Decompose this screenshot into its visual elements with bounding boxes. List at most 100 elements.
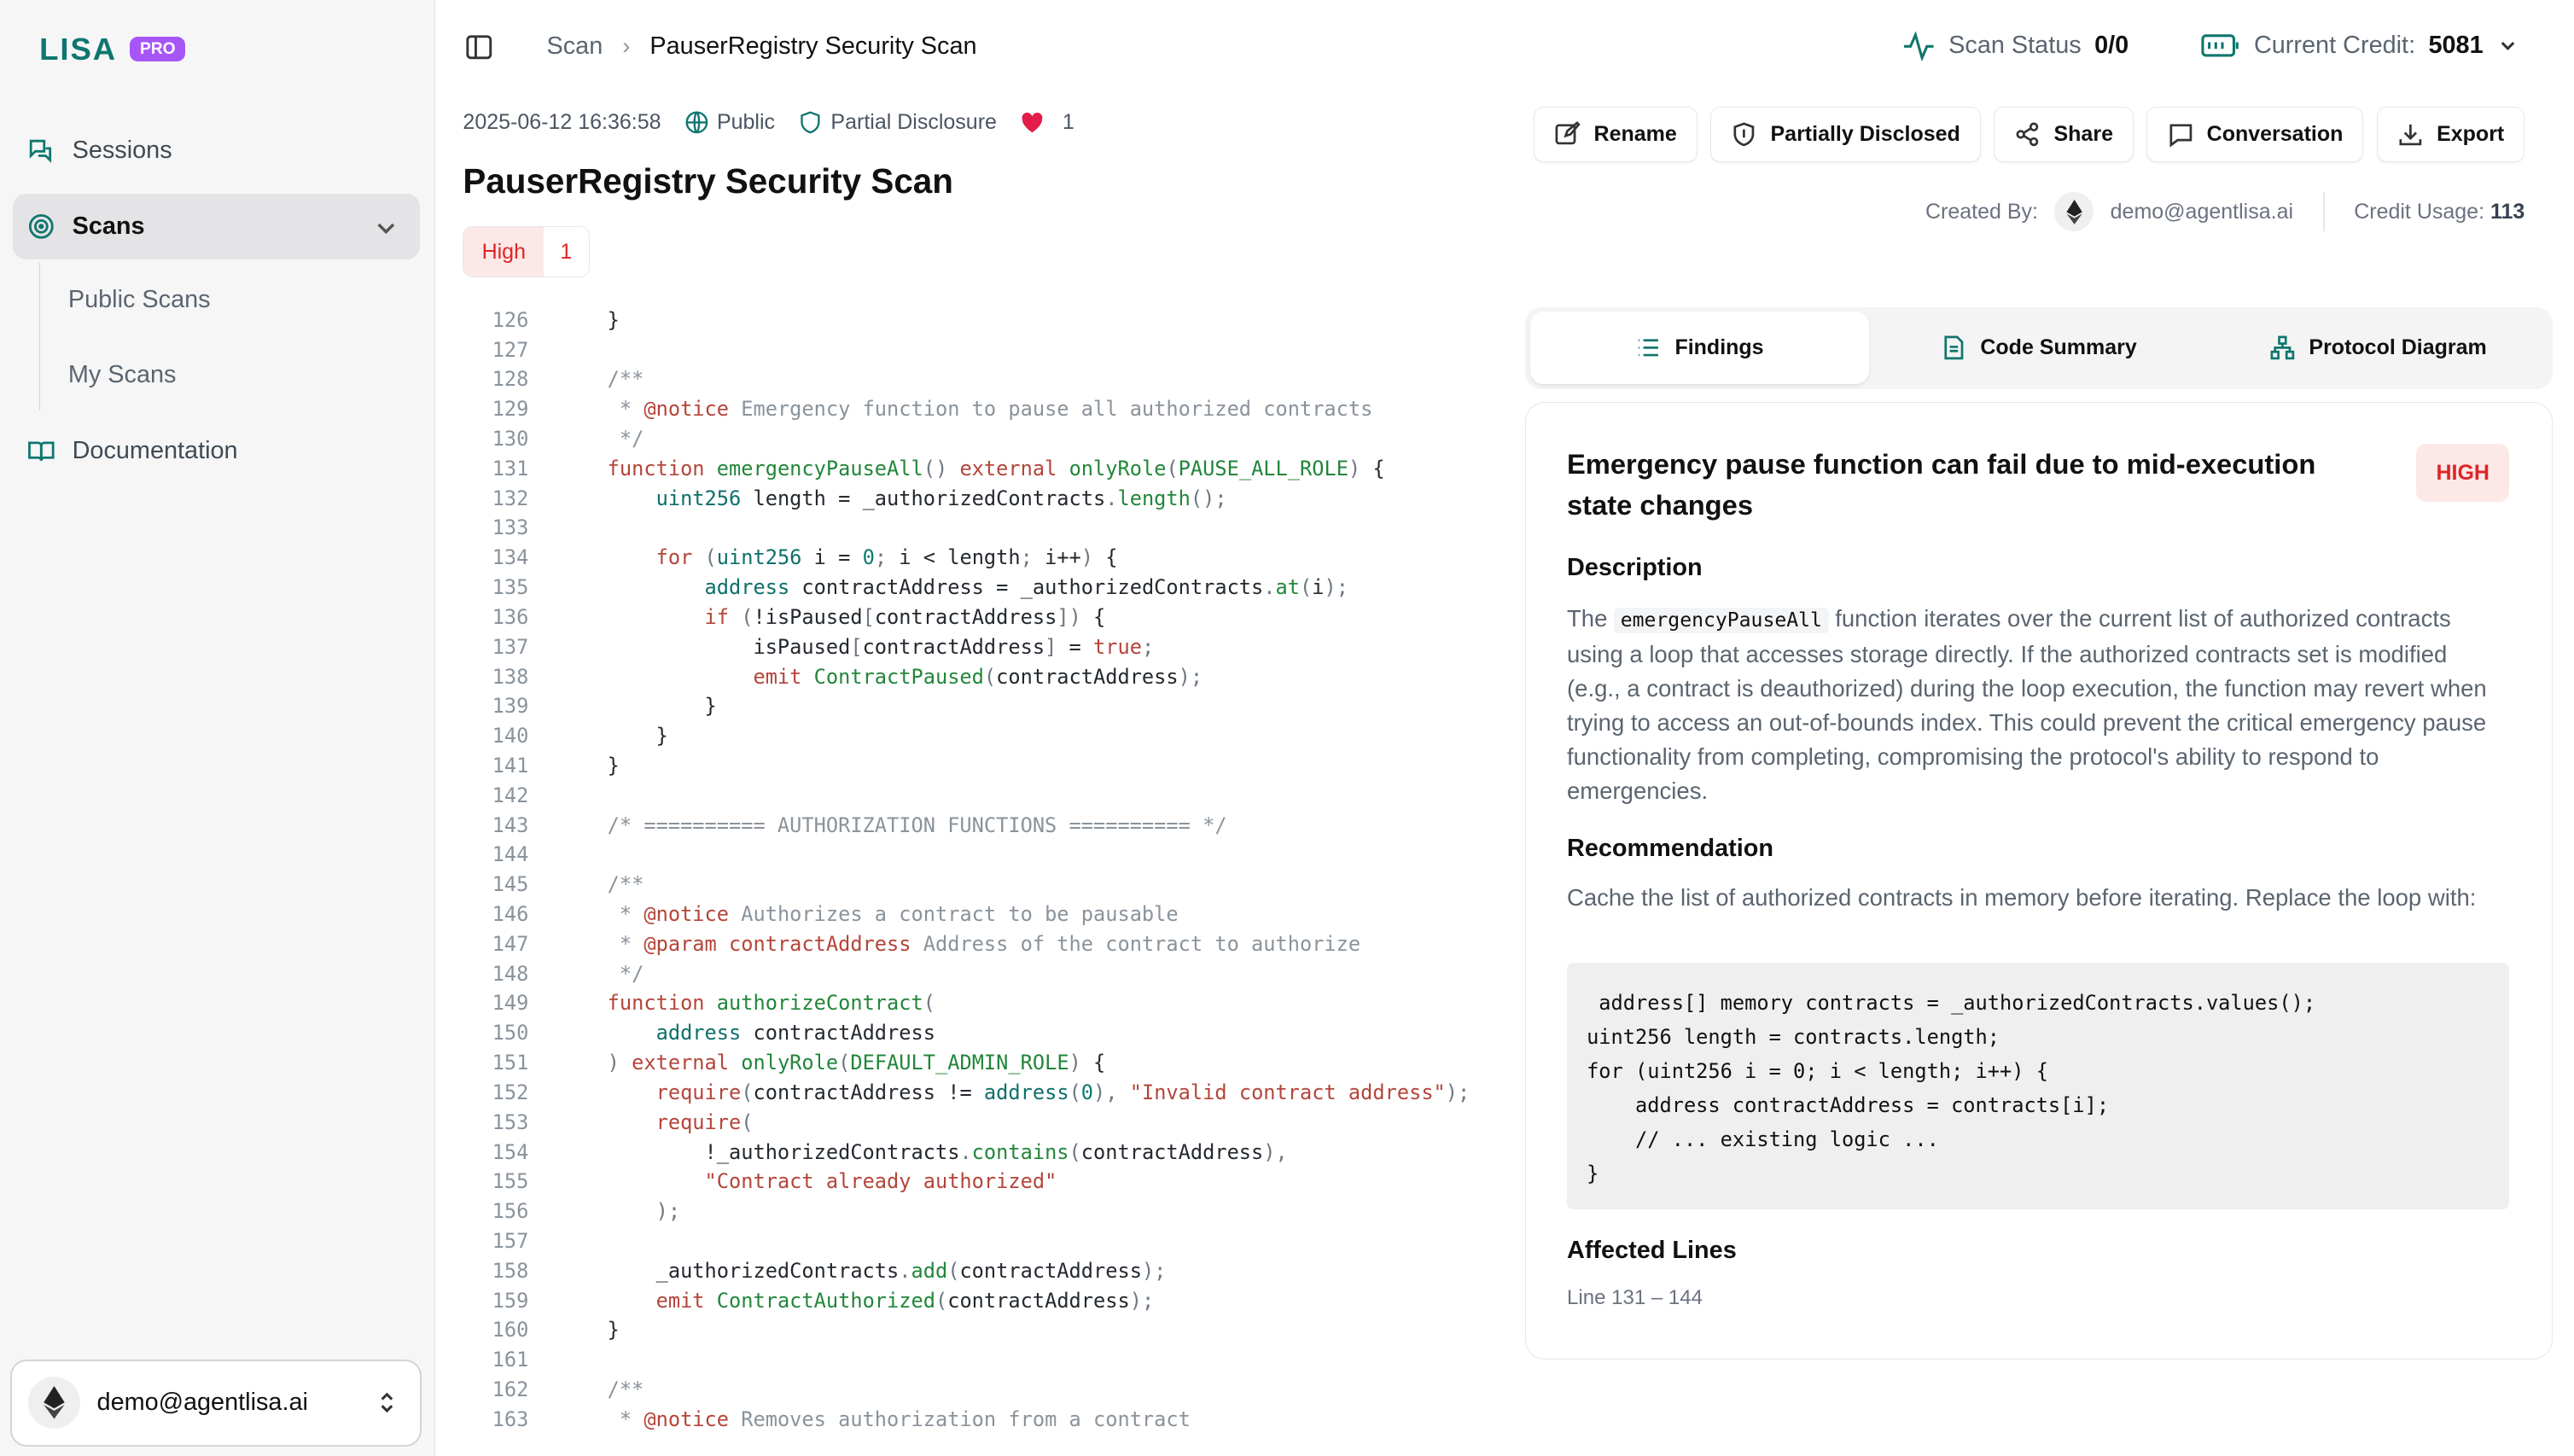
tab-label: Protocol Diagram bbox=[2309, 335, 2487, 360]
code-text: uint256 length = _authorizedContracts.le… bbox=[655, 486, 1227, 510]
chevron-up-down-icon bbox=[381, 1392, 393, 1413]
tab-code-summary[interactable]: Code Summary bbox=[1869, 312, 2209, 384]
code-text: } bbox=[607, 753, 620, 778]
sidebar-subitem-my-scans[interactable]: My Scans bbox=[68, 361, 177, 389]
sidebar-item-sessions[interactable]: Sessions bbox=[13, 118, 420, 183]
sidebar-toggle-icon[interactable] bbox=[464, 32, 494, 62]
code-viewer[interactable]: 126} 127 128/** 129 * @notice Emergency fun… bbox=[463, 306, 1497, 1435]
affected-lines-value: Line 131 – 144 bbox=[1567, 1286, 1703, 1310]
line-number: 147 bbox=[492, 931, 529, 956]
line-number: 150 bbox=[492, 1021, 529, 1045]
code-line: 144 bbox=[463, 840, 1497, 870]
share-button[interactable]: Share bbox=[1994, 107, 2134, 163]
credit-label: Current Credit: bbox=[2253, 31, 2416, 59]
code-text: if (!isPaused[contractAddress]) { bbox=[704, 604, 1106, 629]
created-by-label: Created By: bbox=[1925, 199, 2039, 224]
sidebar-item-scans[interactable]: Scans bbox=[13, 193, 421, 259]
code-line: 139 } bbox=[463, 691, 1497, 721]
shield-icon bbox=[1733, 122, 1755, 147]
line-number: 129 bbox=[492, 397, 529, 422]
code-line: 136 if (!isPaused[contractAddress]) { bbox=[463, 603, 1497, 632]
code-line: 160} bbox=[463, 1315, 1497, 1345]
description-post: function iterates over the current list … bbox=[1567, 604, 2487, 805]
severity-filter-chip[interactable]: High 1 bbox=[463, 226, 590, 278]
code-text: address contractAddress bbox=[655, 1021, 935, 1045]
disclosure-label: Partial Disclosure bbox=[830, 109, 997, 134]
code-text: function authorizeContract( bbox=[607, 991, 935, 1016]
code-line: 132 uint256 length = _authorizedContract… bbox=[463, 484, 1497, 514]
finding-title: Emergency pause function can fail due to… bbox=[1567, 448, 2316, 521]
conversation-button[interactable]: Conversation bbox=[2146, 107, 2364, 163]
partially-disclosed-label: Partially Disclosed bbox=[1770, 122, 1960, 147]
line-number: 154 bbox=[492, 1139, 529, 1164]
code-text: !_authorizedContracts.contains(contractA… bbox=[607, 1139, 1288, 1164]
line-number: 151 bbox=[492, 1051, 529, 1075]
code-text: require( bbox=[655, 1109, 754, 1134]
line-number: 126 bbox=[492, 307, 529, 332]
sidebar-item-documentation[interactable]: Documentation bbox=[13, 418, 420, 484]
chevron-down-icon[interactable] bbox=[371, 213, 401, 243]
code-text: */ bbox=[607, 961, 644, 986]
page-title: PauserRegistry Security Scan bbox=[463, 160, 953, 201]
code-line: 140 } bbox=[463, 721, 1497, 751]
line-number: 130 bbox=[492, 427, 529, 451]
line-number: 132 bbox=[492, 486, 529, 510]
breadcrumb-current: PauserRegistry Security Scan bbox=[649, 32, 977, 61]
line-number: 135 bbox=[492, 575, 529, 600]
tab-label: Findings bbox=[1674, 335, 1764, 360]
action-toolbar: Rename Partially Disclosed Share Convers… bbox=[1534, 107, 2525, 163]
rename-button[interactable]: Rename bbox=[1534, 107, 1698, 163]
code-text: ); bbox=[655, 1199, 681, 1224]
disclosure-indicator: Partial Disclosure bbox=[798, 110, 997, 135]
current-credit[interactable]: Current Credit: 5081 bbox=[2201, 32, 2519, 60]
description-pre: The bbox=[1567, 604, 1608, 632]
like-button[interactable]: 1 bbox=[1020, 110, 1074, 135]
line-number: 131 bbox=[492, 456, 529, 480]
brand[interactable]: LISA PRO bbox=[39, 32, 186, 67]
code-line: 127 bbox=[463, 335, 1497, 365]
network-icon bbox=[2270, 335, 2295, 360]
line-number: 149 bbox=[492, 991, 529, 1016]
line-number: 142 bbox=[492, 783, 529, 807]
recommendation-text: Cache the list of authorized contracts i… bbox=[1567, 883, 2477, 911]
line-number: 159 bbox=[492, 1288, 529, 1313]
code-text: } bbox=[607, 694, 717, 719]
sidebar-subitem-public-scans[interactable]: Public Scans bbox=[68, 286, 211, 314]
line-number: 160 bbox=[492, 1318, 529, 1342]
globe-icon bbox=[685, 111, 708, 134]
code-text: /** bbox=[607, 1377, 644, 1402]
code-text: ) external onlyRole(DEFAULT_ADMIN_ROLE) … bbox=[607, 1051, 1106, 1075]
line-number: 153 bbox=[492, 1109, 529, 1134]
line-number: 138 bbox=[492, 664, 529, 689]
code-line: 128 /** bbox=[463, 364, 1497, 394]
code-line: 156 ); bbox=[463, 1197, 1497, 1226]
code-text: * @notice Emergency function to pause al… bbox=[607, 397, 1373, 422]
export-button[interactable]: Export bbox=[2376, 107, 2525, 163]
line-number: 157 bbox=[492, 1228, 529, 1253]
code-text: emit ContractAuthorized(contractAddress)… bbox=[655, 1288, 1155, 1313]
code-text: "Contract already authorized" bbox=[704, 1169, 1057, 1194]
user-email: demo@agentlisa.ai bbox=[96, 1389, 308, 1417]
code-line: 131 function emergencyPauseAll() external… bbox=[463, 454, 1497, 484]
user-menu[interactable]: demo@agentlisa.ai bbox=[9, 1359, 422, 1447]
line-number: 140 bbox=[492, 724, 529, 748]
severity-label: High bbox=[463, 227, 544, 277]
edit-icon bbox=[1555, 121, 1581, 145]
breadcrumb-scan[interactable]: Scan bbox=[547, 32, 603, 61]
tab-protocol-diagram[interactable]: Protocol Diagram bbox=[2209, 312, 2548, 384]
code-text: emit ContractPaused(contractAddress); bbox=[753, 664, 1203, 689]
code-line: 148 */ bbox=[463, 959, 1497, 989]
code-text: require(contractAddress != address(0), "… bbox=[655, 1080, 1470, 1104]
partially-disclosed-button[interactable]: Partially Disclosed bbox=[1710, 107, 1981, 163]
activity-icon bbox=[1904, 31, 1934, 61]
download-icon bbox=[2399, 125, 2422, 146]
code-line: 153 require( bbox=[463, 1108, 1497, 1138]
share-label: Share bbox=[2053, 122, 2113, 147]
tab-findings[interactable]: Findings bbox=[1529, 312, 1870, 385]
description-code: emergencyPauseAll bbox=[1614, 608, 1829, 633]
code-text: address contractAddress = _authorizedCon… bbox=[704, 575, 1348, 600]
code-line: 157 bbox=[463, 1226, 1497, 1256]
